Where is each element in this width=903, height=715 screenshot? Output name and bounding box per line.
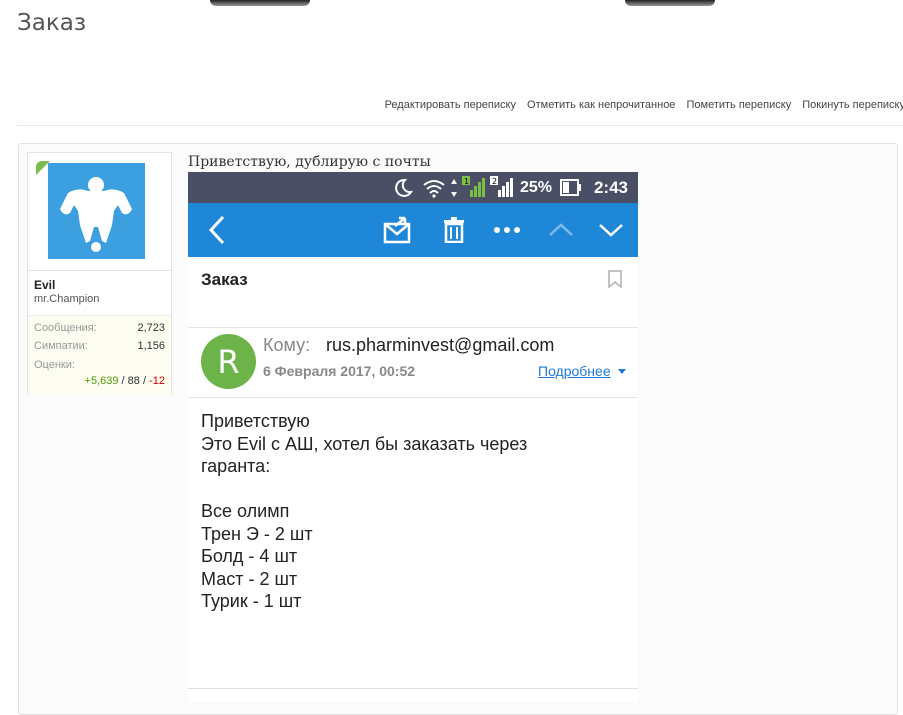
next-button[interactable] bbox=[596, 203, 626, 257]
bottom-divider bbox=[188, 688, 638, 689]
avatar-wrap bbox=[28, 153, 171, 271]
email-subject: Заказ bbox=[201, 270, 248, 289]
moon-icon bbox=[395, 178, 413, 197]
body-line: Все олимп bbox=[201, 501, 290, 521]
data-arrows-icon bbox=[451, 179, 457, 197]
email-screenshot: 1 2 25% 2:43 Заказ R Кому: rus.pharminve… bbox=[188, 172, 638, 702]
battery-percent: 25% bbox=[520, 179, 553, 196]
body-line: Маст - 2 шт bbox=[201, 568, 298, 589]
body-line: Турик - 1 шт bbox=[201, 591, 302, 611]
body-line: ​ bbox=[201, 478, 527, 501]
stat-value[interactable]: 2,723 bbox=[137, 322, 165, 334]
chevron-down-icon bbox=[599, 224, 623, 237]
signal-sim2-icon: 2 bbox=[490, 176, 513, 197]
caret-down-icon bbox=[618, 369, 626, 374]
body-line: Приветствую bbox=[201, 411, 310, 431]
more-actions-button[interactable] bbox=[491, 203, 523, 257]
status-clock: 2:43 bbox=[593, 178, 628, 197]
rating-negative: -12 bbox=[149, 375, 165, 387]
email-body: Приветствую Это Evil с АШ, хотел бы зака… bbox=[201, 410, 527, 613]
star-conversation-link[interactable]: Пометить переписку bbox=[687, 99, 792, 111]
ratings-values: +5,639 / 88 / -12 bbox=[84, 375, 165, 387]
conversation-actions: Редактировать переписку Отметить как неп… bbox=[377, 99, 903, 111]
mail-app-bar bbox=[188, 203, 638, 257]
details-link[interactable]: Подробнее bbox=[538, 363, 611, 379]
bodybuilder-icon bbox=[60, 177, 132, 252]
mark-unread-link[interactable]: Отметить как непрочитанное bbox=[527, 99, 675, 111]
stat-likes: Симпатии: 1,156 bbox=[34, 340, 165, 352]
stat-label: Оценки: bbox=[34, 359, 75, 371]
back-button[interactable] bbox=[202, 203, 232, 257]
page-title: Заказ bbox=[17, 10, 87, 36]
signal-sim1-icon: 1 bbox=[462, 176, 485, 197]
body-line: гаранта: bbox=[201, 456, 271, 476]
subject-row: Заказ bbox=[188, 257, 638, 328]
user-name[interactable]: Evil bbox=[34, 278, 55, 292]
bookmark-icon[interactable] bbox=[608, 270, 622, 288]
leave-conversation-link[interactable]: Покинуть переписку bbox=[802, 99, 903, 111]
email-header: R Кому: rus.pharminvest@gmail.com 6 Февр… bbox=[188, 327, 638, 398]
user-title: mr.Champion bbox=[34, 293, 100, 305]
stat-ratings: Оценки: bbox=[34, 359, 165, 371]
body-line: Трен Э - 2 шт bbox=[201, 523, 313, 544]
more-dots-icon bbox=[494, 227, 520, 233]
delete-button[interactable] bbox=[440, 203, 468, 257]
to-label: Кому: bbox=[263, 335, 311, 355]
move-button[interactable] bbox=[382, 203, 414, 257]
edit-conversation-link[interactable]: Редактировать переписку bbox=[385, 99, 516, 111]
recipient-email: rus.pharminvest@gmail.com bbox=[326, 335, 555, 355]
user-stats: Сообщения: 2,723 Симпатии: 1,156 Оценки:… bbox=[28, 315, 171, 394]
sender-avatar: R bbox=[201, 334, 256, 389]
stat-messages: Сообщения: 2,723 bbox=[34, 322, 165, 334]
chevron-left-icon bbox=[208, 215, 225, 245]
stat-label: Сообщения: bbox=[34, 322, 97, 334]
svg-text:2: 2 bbox=[492, 177, 497, 186]
avatar[interactable] bbox=[48, 163, 145, 259]
stat-label: Симпатии: bbox=[34, 340, 88, 352]
previous-button[interactable] bbox=[546, 203, 576, 257]
body-line: Болд - 4 шт bbox=[201, 546, 298, 566]
stat-value[interactable]: 1,156 bbox=[137, 340, 165, 352]
message-intro: Приветствую, дублирую с почты bbox=[188, 154, 431, 170]
header-banner-left bbox=[210, 0, 310, 6]
email-date: 6 Февраля 2017, 00:52 bbox=[263, 363, 416, 379]
wifi-icon bbox=[423, 180, 445, 198]
header-banner-right bbox=[625, 0, 715, 6]
chevron-up-icon bbox=[549, 223, 573, 236]
rating-positive: +5,639 bbox=[84, 375, 119, 387]
svg-text:1: 1 bbox=[464, 177, 469, 186]
phone-status-bar: 1 2 25% 2:43 bbox=[188, 172, 638, 203]
body-line: Это Evil с АШ, хотел бы заказать через bbox=[201, 433, 528, 454]
trash-icon bbox=[444, 217, 464, 243]
divider bbox=[17, 125, 903, 126]
move-mail-icon bbox=[383, 216, 411, 244]
battery-icon bbox=[560, 179, 581, 196]
user-card: Evil mr.Champion Сообщения: 2,723 Симпат… bbox=[27, 152, 172, 394]
rating-neutral: 88 bbox=[127, 375, 140, 387]
